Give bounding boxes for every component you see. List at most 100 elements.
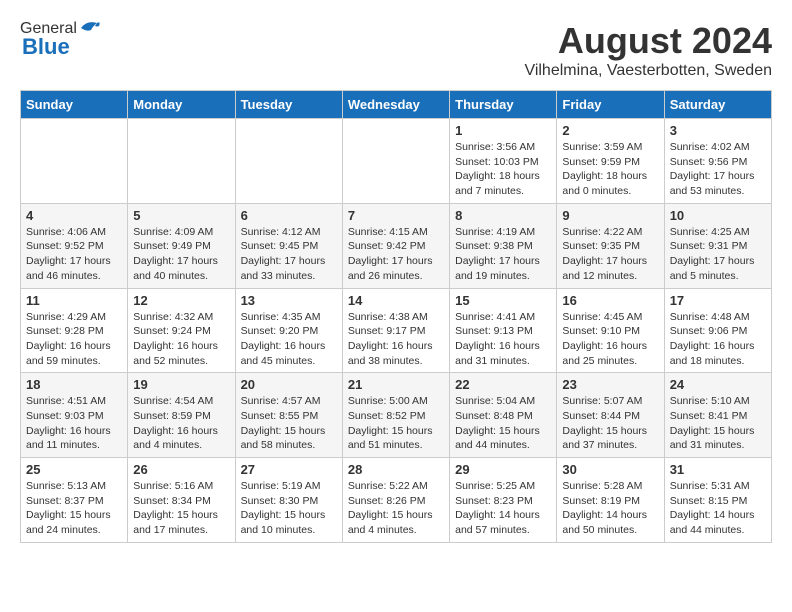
day-number: 8 bbox=[455, 208, 551, 223]
calendar-week-row: 4Sunrise: 4:06 AM Sunset: 9:52 PM Daylig… bbox=[21, 203, 772, 288]
weekday-header: Saturday bbox=[664, 91, 771, 119]
weekday-header: Monday bbox=[128, 91, 235, 119]
calendar-day-cell: 15 Sunrise: 4:41 AM Sunset: 9:13 PM Dayli… bbox=[450, 288, 557, 373]
day-number: 28 bbox=[348, 462, 444, 477]
day-info: Sunrise: 3:56 AM Sunset: 10:03 PM Daylig… bbox=[455, 140, 551, 199]
day-number: 3 bbox=[670, 123, 766, 138]
day-info: Sunrise: 4:15 AM Sunset: 9:42 PM Dayligh… bbox=[348, 225, 444, 284]
calendar-week-row: 1 Sunrise: 3:56 AM Sunset: 10:03 PM Dayli… bbox=[21, 119, 772, 204]
day-info: Sunrise: 4:25 AM Sunset: 9:31 PM Dayligh… bbox=[670, 225, 766, 284]
calendar-day-cell: 28 Sunrise: 5:22 AM Sunset: 8:26 PM Dayli… bbox=[342, 458, 449, 543]
calendar-day-cell: 20 Sunrise: 4:57 AM Sunset: 8:55 PM Dayli… bbox=[235, 373, 342, 458]
day-number: 9 bbox=[562, 208, 658, 223]
weekday-header: Thursday bbox=[450, 91, 557, 119]
calendar-week-row: 25 Sunrise: 5:13 AM Sunset: 8:37 PM Dayli… bbox=[21, 458, 772, 543]
day-info: Sunrise: 5:07 AM Sunset: 8:44 PM Dayligh… bbox=[562, 394, 658, 453]
calendar-day-cell: 21Sunrise: 5:00 AM Sunset: 8:52 PM Dayli… bbox=[342, 373, 449, 458]
day-info: Sunrise: 4:57 AM Sunset: 8:55 PM Dayligh… bbox=[241, 394, 337, 453]
calendar-day-cell: 24Sunrise: 5:10 AM Sunset: 8:41 PM Dayli… bbox=[664, 373, 771, 458]
calendar-day-cell bbox=[235, 119, 342, 204]
day-number: 26 bbox=[133, 462, 229, 477]
calendar-day-cell: 12Sunrise: 4:32 AM Sunset: 9:24 PM Dayli… bbox=[128, 288, 235, 373]
day-number: 23 bbox=[562, 377, 658, 392]
day-info: Sunrise: 5:31 AM Sunset: 8:15 PM Dayligh… bbox=[670, 479, 766, 538]
calendar-day-cell: 31 Sunrise: 5:31 AM Sunset: 8:15 PM Dayli… bbox=[664, 458, 771, 543]
day-info: Sunrise: 5:22 AM Sunset: 8:26 PM Dayligh… bbox=[348, 479, 444, 538]
day-info: Sunrise: 5:04 AM Sunset: 8:48 PM Dayligh… bbox=[455, 394, 551, 453]
day-number: 15 bbox=[455, 293, 551, 308]
day-info: Sunrise: 5:16 AM Sunset: 8:34 PM Dayligh… bbox=[133, 479, 229, 538]
calendar-day-cell: 23 Sunrise: 5:07 AM Sunset: 8:44 PM Dayli… bbox=[557, 373, 664, 458]
day-number: 6 bbox=[241, 208, 337, 223]
day-number: 30 bbox=[562, 462, 658, 477]
calendar-table: SundayMondayTuesdayWednesdayThursdayFrid… bbox=[20, 90, 772, 543]
calendar-day-cell: 30 Sunrise: 5:28 AM Sunset: 8:19 PM Dayli… bbox=[557, 458, 664, 543]
calendar-day-cell bbox=[128, 119, 235, 204]
calendar-day-cell: 3 Sunrise: 4:02 AM Sunset: 9:56 PM Daylig… bbox=[664, 119, 771, 204]
calendar-day-cell: 19Sunrise: 4:54 AM Sunset: 8:59 PM Dayli… bbox=[128, 373, 235, 458]
day-info: Sunrise: 5:00 AM Sunset: 8:52 PM Dayligh… bbox=[348, 394, 444, 453]
calendar-day-cell: 14Sunrise: 4:38 AM Sunset: 9:17 PM Dayli… bbox=[342, 288, 449, 373]
calendar-week-row: 18 Sunrise: 4:51 AM Sunset: 9:03 PM Dayli… bbox=[21, 373, 772, 458]
day-number: 13 bbox=[241, 293, 337, 308]
day-info: Sunrise: 5:13 AM Sunset: 8:37 PM Dayligh… bbox=[26, 479, 122, 538]
day-info: Sunrise: 4:19 AM Sunset: 9:38 PM Dayligh… bbox=[455, 225, 551, 284]
day-number: 10 bbox=[670, 208, 766, 223]
calendar-day-cell: 26 Sunrise: 5:16 AM Sunset: 8:34 PM Dayli… bbox=[128, 458, 235, 543]
calendar-day-cell: 27 Sunrise: 5:19 AM Sunset: 8:30 PM Dayli… bbox=[235, 458, 342, 543]
day-number: 22 bbox=[455, 377, 551, 392]
calendar-day-cell: 25 Sunrise: 5:13 AM Sunset: 8:37 PM Dayli… bbox=[21, 458, 128, 543]
day-number: 27 bbox=[241, 462, 337, 477]
calendar-day-cell: 13 Sunrise: 4:35 AM Sunset: 9:20 PM Dayli… bbox=[235, 288, 342, 373]
calendar-day-cell: 2Sunrise: 3:59 AM Sunset: 9:59 PM Daylig… bbox=[557, 119, 664, 204]
day-info: Sunrise: 4:41 AM Sunset: 9:13 PM Dayligh… bbox=[455, 310, 551, 369]
calendar-day-cell: 4Sunrise: 4:06 AM Sunset: 9:52 PM Daylig… bbox=[21, 203, 128, 288]
day-number: 14 bbox=[348, 293, 444, 308]
day-number: 25 bbox=[26, 462, 122, 477]
day-number: 18 bbox=[26, 377, 122, 392]
calendar-day-cell: 9 Sunrise: 4:22 AM Sunset: 9:35 PM Daylig… bbox=[557, 203, 664, 288]
day-number: 7 bbox=[348, 208, 444, 223]
day-info: Sunrise: 4:09 AM Sunset: 9:49 PM Dayligh… bbox=[133, 225, 229, 284]
day-info: Sunrise: 4:45 AM Sunset: 9:10 PM Dayligh… bbox=[562, 310, 658, 369]
day-info: Sunrise: 5:28 AM Sunset: 8:19 PM Dayligh… bbox=[562, 479, 658, 538]
calendar-day-cell: 18 Sunrise: 4:51 AM Sunset: 9:03 PM Dayli… bbox=[21, 373, 128, 458]
weekday-header: Friday bbox=[557, 91, 664, 119]
day-info: Sunrise: 4:22 AM Sunset: 9:35 PM Dayligh… bbox=[562, 225, 658, 284]
month-title: August 2024 bbox=[524, 20, 772, 62]
day-number: 20 bbox=[241, 377, 337, 392]
calendar-day-cell: 1 Sunrise: 3:56 AM Sunset: 10:03 PM Dayli… bbox=[450, 119, 557, 204]
day-number: 4 bbox=[26, 208, 122, 223]
day-number: 19 bbox=[133, 377, 229, 392]
day-info: Sunrise: 4:32 AM Sunset: 9:24 PM Dayligh… bbox=[133, 310, 229, 369]
day-number: 17 bbox=[670, 293, 766, 308]
day-info: Sunrise: 3:59 AM Sunset: 9:59 PM Dayligh… bbox=[562, 140, 658, 199]
calendar-day-cell: 29Sunrise: 5:25 AM Sunset: 8:23 PM Dayli… bbox=[450, 458, 557, 543]
day-info: Sunrise: 5:19 AM Sunset: 8:30 PM Dayligh… bbox=[241, 479, 337, 538]
calendar-day-cell bbox=[342, 119, 449, 204]
day-info: Sunrise: 4:35 AM Sunset: 9:20 PM Dayligh… bbox=[241, 310, 337, 369]
day-info: Sunrise: 4:29 AM Sunset: 9:28 PM Dayligh… bbox=[26, 310, 122, 369]
logo-bird-icon bbox=[79, 18, 101, 36]
calendar-day-cell: 16 Sunrise: 4:45 AM Sunset: 9:10 PM Dayli… bbox=[557, 288, 664, 373]
logo: General Blue bbox=[20, 20, 101, 60]
calendar-header-row: SundayMondayTuesdayWednesdayThursdayFrid… bbox=[21, 91, 772, 119]
day-info: Sunrise: 4:02 AM Sunset: 9:56 PM Dayligh… bbox=[670, 140, 766, 199]
day-info: Sunrise: 4:51 AM Sunset: 9:03 PM Dayligh… bbox=[26, 394, 122, 453]
calendar-day-cell bbox=[21, 119, 128, 204]
weekday-header: Wednesday bbox=[342, 91, 449, 119]
calendar-day-cell: 22 Sunrise: 5:04 AM Sunset: 8:48 PM Dayli… bbox=[450, 373, 557, 458]
day-number: 1 bbox=[455, 123, 551, 138]
calendar-week-row: 11 Sunrise: 4:29 AM Sunset: 9:28 PM Dayli… bbox=[21, 288, 772, 373]
weekday-header: Sunday bbox=[21, 91, 128, 119]
day-number: 29 bbox=[455, 462, 551, 477]
day-number: 31 bbox=[670, 462, 766, 477]
weekday-header: Tuesday bbox=[235, 91, 342, 119]
day-number: 11 bbox=[26, 293, 122, 308]
logo-blue-text: Blue bbox=[22, 34, 70, 60]
location-title: Vilhelmina, Vaesterbotten, Sweden bbox=[524, 62, 772, 80]
day-number: 16 bbox=[562, 293, 658, 308]
day-info: Sunrise: 4:12 AM Sunset: 9:45 PM Dayligh… bbox=[241, 225, 337, 284]
day-info: Sunrise: 4:48 AM Sunset: 9:06 PM Dayligh… bbox=[670, 310, 766, 369]
day-number: 24 bbox=[670, 377, 766, 392]
